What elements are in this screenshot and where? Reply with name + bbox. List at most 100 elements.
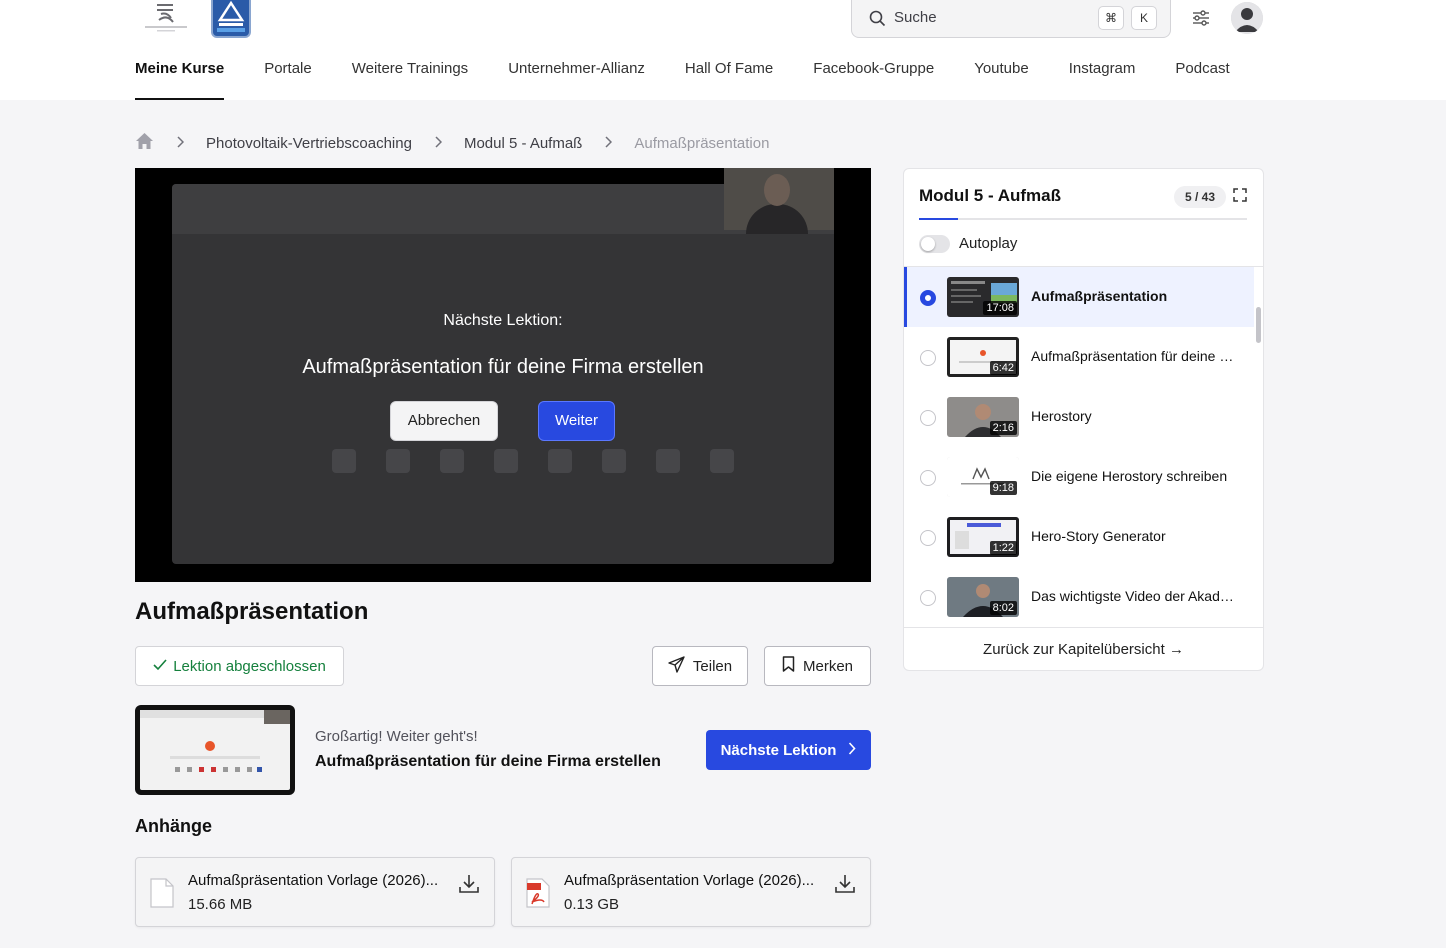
lesson-radio[interactable]: [920, 590, 936, 606]
sidebar-module-title: Modul 5 - Aufmaß: [919, 186, 1061, 205]
share-button[interactable]: Teilen: [652, 646, 748, 686]
lesson-list-item[interactable]: 8:02 Das wichtigste Video der Akademie: [904, 567, 1254, 627]
breadcrumb-module[interactable]: Modul 5 - Aufmaß: [464, 135, 582, 152]
nav-unternehmer-allianz[interactable]: Unternehmer-Allianz: [508, 60, 645, 100]
module-sidebar: Modul 5 - Aufmaß 5 / 43 Autoplay 17:08 A…: [903, 168, 1264, 671]
search-placeholder: Suche: [894, 9, 937, 26]
nav-weitere-trainings[interactable]: Weitere Trainings: [352, 60, 468, 100]
overlay-next-title: Aufmaßpräsentation für deine Firma erste…: [302, 356, 704, 378]
lesson-list-item[interactable]: 6:42 Aufmaßpräsentation für deine Firma …: [904, 327, 1254, 387]
attachment-name: Aufmaßpräsentation Vorlage (2026)...: [564, 872, 815, 889]
share-label: Teilen: [692, 657, 733, 675]
lesson-thumbnail: 17:08: [947, 277, 1019, 317]
lesson-title: Hero-Story Generator: [1031, 528, 1166, 544]
search-icon: [869, 10, 886, 32]
nav-facebook-gruppe[interactable]: Facebook-Gruppe: [813, 60, 934, 100]
check-icon: [153, 658, 167, 675]
next-lesson-subtitle: Großartig! Weiter geht's!: [315, 728, 478, 745]
lesson-title: Die eigene Herostory schreiben: [1031, 468, 1228, 484]
divider: [904, 627, 1263, 628]
next-lesson-button[interactable]: Nächste Lektion: [706, 730, 871, 770]
nav-portale[interactable]: Portale: [264, 60, 312, 100]
module-progress-fill: [919, 218, 958, 220]
company-logo[interactable]: [143, 0, 189, 34]
attachment-name: Aufmaßpräsentation Vorlage (2026)...: [188, 872, 439, 889]
lesson-list-scrollbar[interactable]: [1256, 307, 1261, 343]
lesson-radio[interactable]: [920, 410, 936, 426]
chevron-right-icon: [848, 741, 857, 759]
nav-podcast[interactable]: Podcast: [1175, 60, 1229, 100]
next-lesson-button-label: Nächste Lektion: [720, 741, 837, 759]
lesson-list-item[interactable]: 1:22 Hero-Story Generator: [904, 507, 1254, 567]
main-nav: Meine Kurse Portale Weitere Trainings Un…: [135, 60, 1230, 100]
video-player[interactable]: Nächste Lektion: Aufmaßpräsentation für …: [135, 168, 871, 582]
user-avatar[interactable]: [1231, 2, 1263, 34]
overlay-next-label: Nächste Lektion:: [443, 312, 563, 329]
bookmark-button[interactable]: Merken: [764, 646, 871, 686]
lesson-title: Herostory: [1031, 408, 1092, 424]
lesson-list-item[interactable]: 9:18 Die eigene Herostory schreiben: [904, 447, 1254, 507]
back-to-chapter-overview-link[interactable]: Zurück zur Kapitelübersicht →: [904, 641, 1263, 658]
attachment-item[interactable]: Aufmaßpräsentation Vorlage (2026)... 15.…: [135, 857, 495, 927]
lesson-radio[interactable]: [920, 350, 936, 366]
top-header: Suche ⌘ K Meine Kurse Portale Weitere Tr…: [0, 0, 1446, 100]
continue-button[interactable]: Weiter: [538, 401, 615, 441]
lesson-list-item[interactable]: 2:16 Herostory: [904, 387, 1254, 447]
bookmark-label: Merken: [802, 657, 854, 675]
lesson-completed-button[interactable]: Lektion abgeschlossen: [135, 646, 344, 686]
sliders-icon[interactable]: [1191, 8, 1211, 33]
expand-icon[interactable]: [1233, 188, 1247, 207]
download-icon[interactable]: [458, 874, 480, 899]
lesson-thumbnail: 6:42: [947, 337, 1019, 377]
lesson-title: Aufmaßpräsentation: [1031, 288, 1168, 304]
lesson-list: 17:08 Aufmaßpräsentation 6:42 Aufmaßpräs…: [904, 267, 1254, 627]
lesson-radio-selected[interactable]: [920, 290, 936, 306]
autoplay-label: Autoplay: [959, 235, 1018, 252]
chevron-right-icon: [176, 135, 185, 152]
lesson-duration: 17:08: [983, 301, 1017, 315]
file-icon: [150, 878, 174, 913]
nav-youtube[interactable]: Youtube: [974, 60, 1029, 100]
nav-instagram[interactable]: Instagram: [1069, 60, 1136, 100]
lesson-completed-label: Lektion abgeschlossen: [173, 657, 326, 675]
attachment-item[interactable]: Aufmaßpräsentation Vorlage (2026)... 0.1…: [511, 857, 871, 927]
breadcrumb-current: Aufmaßpräsentation: [634, 134, 770, 152]
lesson-thumbnail: 1:22: [947, 517, 1019, 557]
lesson-radio[interactable]: [920, 530, 936, 546]
lesson-duration: 2:16: [989, 421, 1017, 435]
download-icon[interactable]: [834, 874, 856, 899]
chevron-right-icon: [604, 135, 613, 152]
search-input[interactable]: Suche ⌘ K: [851, 0, 1171, 38]
lesson-list-item-current[interactable]: 17:08 Aufmaßpräsentation: [904, 267, 1254, 327]
breadcrumb-course[interactable]: Photovoltaik-Vertriebscoaching: [206, 135, 412, 152]
lesson-radio[interactable]: [920, 470, 936, 486]
next-lesson-title[interactable]: Aufmaßpräsentation für deine Firma erste…: [315, 753, 661, 771]
lesson-title: Aufmaßpräsentation: [135, 598, 369, 625]
lesson-title: Aufmaßpräsentation für deine Firma erste…: [1031, 348, 1236, 364]
bookmark-icon: [782, 656, 795, 676]
autoplay-toggle[interactable]: [919, 235, 950, 253]
nav-hall-of-fame[interactable]: Hall Of Fame: [685, 60, 773, 100]
kbd-k: K: [1131, 6, 1157, 30]
breadcrumb: Photovoltaik-Vertriebscoaching Modul 5 -…: [135, 132, 769, 154]
module-progress-track: [919, 218, 1247, 220]
attachment-size: 0.13 GB: [564, 896, 620, 913]
next-lesson-thumbnail[interactable]: [135, 705, 295, 795]
lesson-thumbnail: 8:02: [947, 577, 1019, 617]
tuev-certificate-logo: [211, 0, 251, 38]
chevron-right-icon: [434, 135, 443, 152]
pdf-file-icon: [526, 878, 550, 913]
lesson-thumbnail: 2:16: [947, 397, 1019, 437]
attachment-size: 15.66 MB: [188, 896, 253, 913]
lesson-counter-badge: 5 / 43: [1174, 186, 1226, 208]
lesson-duration: 1:22: [989, 541, 1017, 555]
home-icon[interactable]: [135, 132, 154, 154]
lesson-thumbnail: 9:18: [947, 457, 1019, 497]
attachments-heading: Anhänge: [135, 816, 213, 836]
lesson-duration: 9:18: [989, 481, 1017, 495]
lesson-duration: 6:42: [989, 361, 1017, 375]
cancel-button[interactable]: Abbrechen: [390, 401, 498, 441]
lesson-duration: 8:02: [989, 601, 1017, 615]
nav-meine-kurse[interactable]: Meine Kurse: [135, 60, 225, 100]
send-icon: [668, 655, 685, 677]
